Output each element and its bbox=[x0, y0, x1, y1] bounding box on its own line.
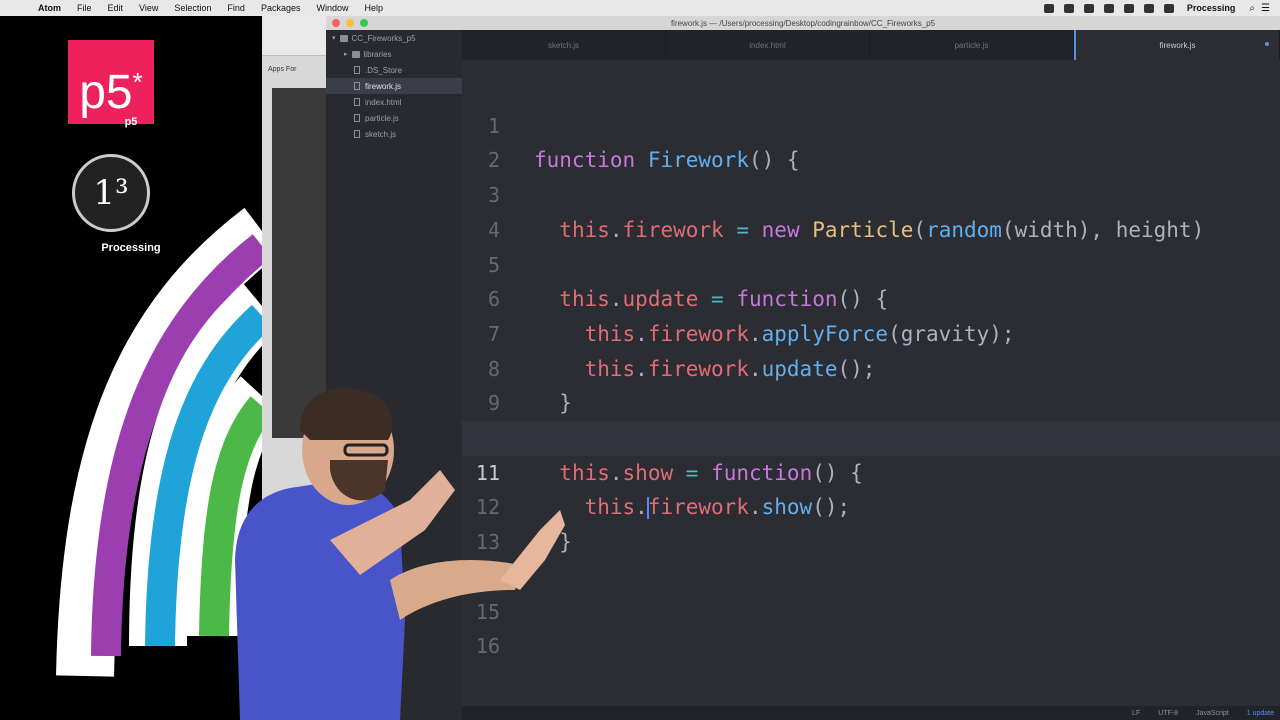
tab-index-html[interactable]: index.html bbox=[666, 30, 870, 60]
tree-item-sketch-js[interactable]: sketch.js bbox=[326, 126, 462, 142]
zoom-button[interactable] bbox=[360, 19, 368, 27]
code-line[interactable]: 5 this.update = function() { bbox=[462, 213, 1280, 312]
code-line[interactable]: 1 function Firework() { bbox=[462, 74, 1280, 173]
code-line-current[interactable]: 11 this.firework.show(); bbox=[462, 421, 1280, 520]
folder-icon bbox=[351, 50, 360, 58]
status-bar: LF UTF-8 JavaScript 1 update bbox=[462, 706, 1280, 720]
code-line[interactable]: 7 this.firework.update(); bbox=[462, 282, 1280, 381]
menu-packages[interactable]: Packages bbox=[253, 3, 309, 13]
menu-file[interactable]: File bbox=[69, 3, 100, 13]
tab-sketch-js[interactable]: sketch.js bbox=[462, 30, 666, 60]
code-line[interactable]: 12 } bbox=[462, 456, 1280, 554]
modified-indicator bbox=[1265, 42, 1269, 46]
apps-bookmark[interactable]: Apps bbox=[268, 66, 284, 73]
file-icon bbox=[354, 114, 360, 122]
code-line[interactable]: 10 this.show = function() { bbox=[462, 386, 1280, 485]
dropbox-icon[interactable] bbox=[1043, 3, 1054, 13]
tree-item-label: firework.js bbox=[365, 81, 402, 91]
code-line[interactable]: 16 bbox=[462, 595, 1280, 658]
menu-bar: Atom File Edit View Selection Find Packa… bbox=[0, 0, 1280, 16]
user-menu[interactable]: Processing bbox=[1187, 3, 1236, 13]
tree-item-particle-js[interactable]: particle.js bbox=[326, 110, 462, 126]
file-icon bbox=[354, 82, 360, 90]
spotlight-icon[interactable]: ⌕ bbox=[1249, 3, 1255, 14]
code-line[interactable]: 6 this.firework.applyForce(gravity); bbox=[462, 248, 1280, 346]
bluetooth-icon[interactable] bbox=[1123, 3, 1134, 13]
code-line[interactable]: 2 bbox=[462, 109, 1280, 172]
tree-view: ▾ CC_Fireworks_p5 ▸ libraries .DS_Store … bbox=[326, 30, 462, 720]
time-machine-icon[interactable] bbox=[1103, 3, 1114, 13]
menu-help[interactable]: Help bbox=[356, 3, 391, 13]
tab-label: firework.js bbox=[1159, 40, 1196, 50]
tree-item-firework-js[interactable]: firework.js bbox=[326, 78, 462, 94]
file-icon bbox=[354, 98, 360, 106]
tree-item-label: .DS_Store bbox=[365, 65, 402, 75]
code-line[interactable]: 3 this.firework = new Particle(random(wi… bbox=[462, 143, 1280, 242]
tree-item-libraries[interactable]: ▸ libraries bbox=[326, 46, 462, 62]
p5-label: p5 bbox=[124, 116, 138, 128]
project-label: CC_Fireworks_p5 bbox=[351, 33, 416, 43]
notification-center-icon[interactable]: ☰ bbox=[1261, 3, 1270, 14]
code-line[interactable]: 15 bbox=[462, 560, 1280, 624]
title-bar: firework.js — /Users/processing/Desktop/… bbox=[326, 16, 1280, 30]
tab-firework-js[interactable]: firework.js bbox=[1074, 30, 1280, 60]
status-menu: Processing ⌕ ☰ bbox=[1039, 3, 1280, 14]
encoding-indicator[interactable]: UTF-8 bbox=[1158, 710, 1178, 717]
battery-icon[interactable] bbox=[1163, 3, 1174, 13]
grammar-indicator[interactable]: JavaScript bbox=[1196, 710, 1229, 717]
file-icon bbox=[354, 130, 360, 138]
code-line[interactable]: 8 } bbox=[462, 317, 1280, 416]
code-line[interactable]: 9 bbox=[462, 352, 1280, 415]
code-line[interactable]: 13 bbox=[462, 490, 1280, 554]
processing-logo: 1³ bbox=[72, 154, 150, 232]
window-title: firework.js — /Users/processing/Desktop/… bbox=[670, 18, 936, 28]
airplay-icon[interactable] bbox=[1083, 3, 1094, 13]
tree-item-label: index.html bbox=[365, 97, 402, 107]
chevron-down-icon: ▾ bbox=[332, 35, 336, 42]
menu-edit[interactable]: Edit bbox=[100, 3, 132, 13]
menu-atom[interactable]: Atom bbox=[30, 3, 69, 13]
tree-item-ds-store[interactable]: .DS_Store bbox=[326, 62, 462, 78]
bookmark-item[interactable]: For bbox=[286, 66, 297, 73]
processing-label: Processing bbox=[101, 242, 161, 254]
wifi-icon[interactable] bbox=[1143, 3, 1154, 13]
window-controls bbox=[332, 19, 374, 27]
update-indicator[interactable]: 1 update bbox=[1247, 710, 1274, 717]
line-number: 16 bbox=[475, 634, 500, 659]
folder-icon bbox=[339, 34, 348, 42]
tab-particle-js[interactable]: particle.js bbox=[870, 30, 1074, 60]
project-root[interactable]: ▾ CC_Fireworks_p5 bbox=[326, 30, 462, 46]
p5-logo: p5* bbox=[68, 40, 154, 124]
menu-find[interactable]: Find bbox=[219, 3, 253, 13]
close-button[interactable] bbox=[332, 19, 340, 27]
tree-item-label: libraries bbox=[363, 49, 392, 59]
menu-window[interactable]: Window bbox=[308, 3, 356, 13]
menu-view[interactable]: View bbox=[131, 3, 166, 13]
line-ending-indicator[interactable]: LF bbox=[1132, 710, 1140, 717]
tab-bar: sketch.js index.html particle.js firewor… bbox=[462, 30, 1280, 60]
code-line[interactable]: 14 bbox=[462, 525, 1280, 589]
bookmarks-bar: Apps For bbox=[268, 66, 296, 73]
minimize-button[interactable] bbox=[346, 19, 354, 27]
file-icon bbox=[354, 66, 360, 74]
tree-item-label: sketch.js bbox=[365, 129, 397, 139]
extension-icon[interactable] bbox=[1063, 3, 1074, 13]
tree-item-label: particle.js bbox=[365, 113, 399, 123]
menu-selection[interactable]: Selection bbox=[166, 3, 219, 13]
tree-item-index-html[interactable]: index.html bbox=[326, 94, 462, 110]
code-editor[interactable]: 1 function Firework() { 2 3 this.firewor… bbox=[462, 60, 1280, 706]
code-line[interactable]: 4 bbox=[462, 178, 1280, 242]
stream-sidebar: p5* p5 1³ Processing bbox=[0, 16, 262, 720]
chevron-right-icon: ▸ bbox=[344, 51, 348, 58]
atom-window: firework.js — /Users/processing/Desktop/… bbox=[326, 16, 1280, 720]
